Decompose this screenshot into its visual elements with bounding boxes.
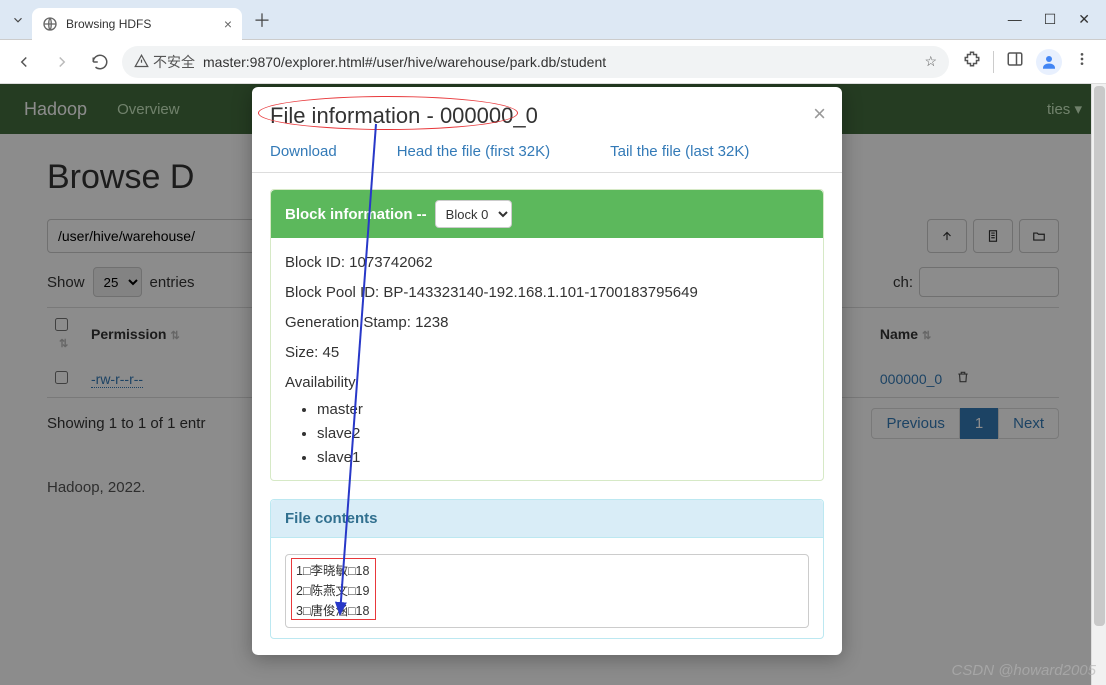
side-panel-icon[interactable] xyxy=(1006,50,1024,73)
browser-tab[interactable]: Browsing HDFS × xyxy=(32,8,242,40)
availability-node: slave2 xyxy=(317,422,809,446)
forward-button[interactable] xyxy=(46,46,78,78)
close-icon[interactable]: × xyxy=(224,16,232,32)
block-info-label: Block information -- xyxy=(285,206,427,223)
availability-label: Availability xyxy=(285,368,809,398)
minimize-button[interactable]: — xyxy=(1008,11,1022,28)
page-scrollbar[interactable] xyxy=(1091,84,1106,685)
reload-button[interactable] xyxy=(84,46,116,78)
warning-icon xyxy=(134,54,149,69)
close-window-button[interactable]: ✕ xyxy=(1078,11,1090,28)
back-button[interactable] xyxy=(8,46,40,78)
globe-icon xyxy=(42,16,58,32)
download-link[interactable]: Download xyxy=(270,143,337,160)
url-text: master:9870/explorer.html#/user/hive/war… xyxy=(203,54,916,70)
menu-icon[interactable] xyxy=(1074,51,1090,72)
browser-tabs-bar: Browsing HDFS × ＋ — ☐ ✕ xyxy=(0,0,1106,40)
tab-title: Browsing HDFS xyxy=(66,17,151,31)
url-field[interactable]: 不安全 master:9870/explorer.html#/user/hive… xyxy=(122,46,949,78)
new-tab-button[interactable]: ＋ xyxy=(248,6,276,34)
availability-node: master xyxy=(317,398,809,422)
modal-title: File information - 000000_0 xyxy=(270,103,824,129)
maximize-button[interactable]: ☐ xyxy=(1044,11,1057,28)
modal-close-button[interactable]: × xyxy=(813,101,826,127)
block-size: Size: 45 xyxy=(285,338,809,368)
head-file-link[interactable]: Head the file (first 32K) xyxy=(397,143,550,160)
availability-node: slave1 xyxy=(317,446,809,470)
block-id: Block ID: 1073742062 xyxy=(285,248,809,278)
security-indicator[interactable]: 不安全 xyxy=(134,52,195,72)
block-pool-id: Block Pool ID: BP-143323140-192.168.1.10… xyxy=(285,278,809,308)
file-contents-header: File contents xyxy=(271,500,823,538)
tail-file-link[interactable]: Tail the file (last 32K) xyxy=(610,143,749,160)
watermark: CSDN @howard2005 xyxy=(952,662,1096,679)
profile-avatar[interactable] xyxy=(1036,49,1062,75)
page-content: Hadoop Overview ties ▾ Browse D Show 25 … xyxy=(0,84,1106,685)
tab-list-dropdown[interactable] xyxy=(4,6,32,34)
generation-stamp: Generation Stamp: 1238 xyxy=(285,308,809,338)
url-bar: 不安全 master:9870/explorer.html#/user/hive… xyxy=(0,40,1106,84)
block-info-panel: Block information -- Block 0 Block ID: 1… xyxy=(270,189,824,481)
extensions-icon[interactable] xyxy=(963,50,981,73)
file-contents-textarea[interactable]: 1□李晓敏□18 2□陈燕文□19 3□唐俊涵□18 xyxy=(285,554,809,628)
file-info-modal: File information - 000000_0 × Download H… xyxy=(252,87,842,655)
window-controls: — ☐ ✕ xyxy=(1008,11,1102,28)
file-contents-panel: File contents 1□李晓敏□18 2□陈燕文□19 3□唐俊涵□18 xyxy=(270,499,824,639)
block-select[interactable]: Block 0 xyxy=(435,200,512,228)
bookmark-icon[interactable]: ☆ xyxy=(924,53,937,70)
